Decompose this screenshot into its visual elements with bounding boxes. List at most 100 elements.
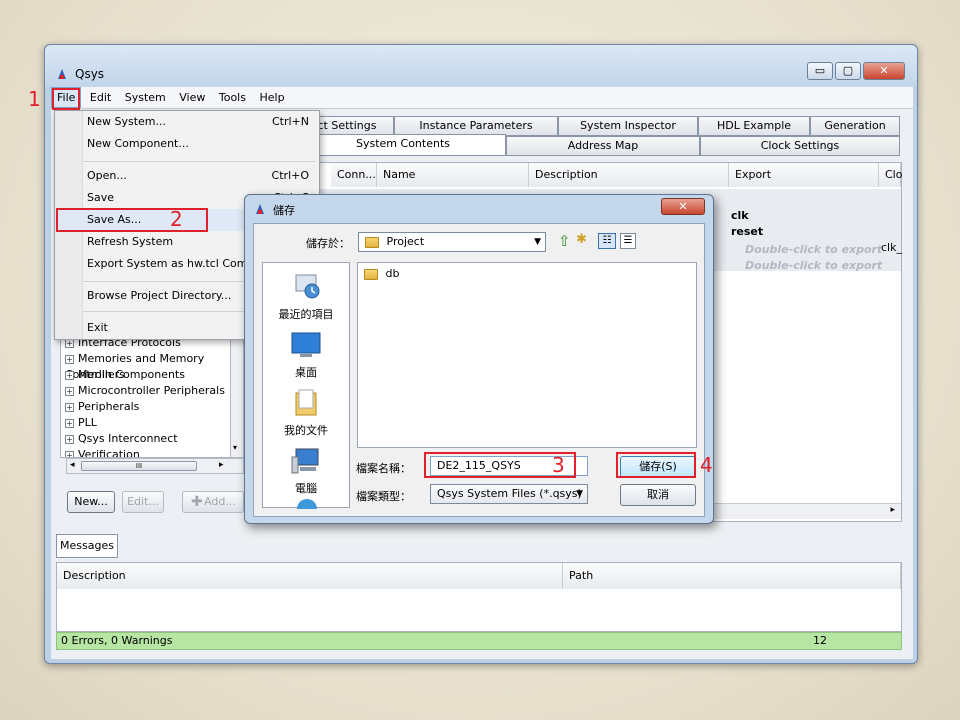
tree-item[interactable]: + Qsys Interconnect: [65, 431, 178, 447]
tree-item[interactable]: + PLL: [65, 415, 97, 431]
scroll-left-icon[interactable]: ◂: [70, 460, 75, 470]
menu-bar: File Edit System View Tools Help: [51, 87, 913, 109]
menu-view[interactable]: View: [174, 88, 210, 107]
add-component-button[interactable]: ✚ Add...: [182, 491, 244, 513]
menu-help[interactable]: Help: [254, 88, 289, 107]
tab-messages[interactable]: Messages: [56, 534, 118, 558]
export-cell[interactable]: Double-click to export: [745, 243, 882, 256]
menu-separator: [83, 161, 315, 162]
export-cell[interactable]: clk: [731, 209, 749, 222]
tree-item[interactable]: + Verification: [65, 447, 140, 457]
chevron-down-icon: ▼: [534, 237, 541, 247]
scroll-down-icon[interactable]: ▾: [233, 443, 237, 452]
chevron-down-icon: ▼: [576, 489, 583, 499]
tab-hdl-example[interactable]: HDL Example: [698, 116, 810, 136]
dialog-title: 儲存: [273, 204, 295, 217]
scroll-thumb[interactable]: III: [81, 461, 197, 471]
annotation-box-save-button: [616, 452, 696, 478]
desktop-icon: [291, 332, 321, 357]
component-library-tree: + Interface Protocols + Memories and Memor…: [60, 338, 240, 458]
column-header-path[interactable]: Path: [563, 563, 901, 589]
plus-icon: ✚: [191, 494, 203, 510]
folder-icon: [364, 268, 378, 280]
filename-label: 檔案名稱：: [356, 462, 411, 475]
status-text: 0 Errors, 0 Warnings: [61, 634, 173, 647]
qsys-app-icon: [256, 204, 264, 214]
tree-item[interactable]: + Peripherals: [65, 399, 139, 415]
annotation-box-file-menu: [52, 88, 80, 110]
message-count: 12: [813, 634, 827, 647]
close-button[interactable]: ✕: [863, 62, 905, 80]
column-header-export[interactable]: Export: [729, 163, 879, 187]
maximize-button[interactable]: ▢: [835, 62, 861, 80]
expand-icon[interactable]: +: [65, 354, 74, 364]
expand-icon[interactable]: +: [65, 386, 74, 396]
place-recent-items[interactable]: 最近的項目: [263, 273, 349, 322]
tab-generation[interactable]: Generation: [810, 116, 900, 136]
place-my-documents[interactable]: 我的文件: [263, 389, 349, 438]
places-bar: 最近的項目 桌面 我的文件 電腦: [262, 262, 350, 509]
cancel-button[interactable]: 取消: [620, 484, 696, 506]
network-icon: [297, 499, 317, 509]
annotation-number: 1: [28, 87, 41, 111]
column-header-description[interactable]: Description: [529, 163, 729, 187]
menu-system[interactable]: System: [120, 88, 171, 107]
annotation-number: 3: [552, 453, 565, 477]
expand-icon[interactable]: +: [65, 402, 74, 412]
dialog-close-button[interactable]: ✕: [661, 198, 705, 215]
menu-item-open[interactable]: Open... Ctrl+O: [55, 165, 319, 187]
filetype-dropdown[interactable]: Qsys System Files (*.qsys) ▼: [430, 484, 588, 504]
place-desktop[interactable]: 桌面: [263, 331, 349, 380]
column-header-connections[interactable]: Conn...: [331, 163, 377, 187]
recent-items-icon: [295, 274, 320, 299]
menu-edit[interactable]: Edit: [85, 88, 116, 107]
tab-system-inspector[interactable]: System Inspector: [558, 116, 698, 136]
list-item[interactable]: db: [364, 267, 399, 280]
column-header-name[interactable]: Name: [377, 163, 529, 187]
new-component-button[interactable]: New...: [67, 491, 115, 513]
minimize-button[interactable]: ▭: [807, 62, 833, 80]
view-details-icon[interactable]: ☰: [620, 233, 636, 249]
export-cell[interactable]: Double-click to export: [745, 259, 882, 272]
new-folder-icon[interactable]: ✱: [576, 232, 587, 247]
edit-component-button[interactable]: Edit...: [122, 491, 164, 513]
file-list: db: [357, 262, 697, 448]
tab-address-map[interactable]: Address Map: [506, 136, 700, 156]
title-bar[interactable]: Qsys ▭ ▢ ✕: [45, 45, 917, 87]
annotation-box-save-as: [56, 208, 208, 232]
column-header-clock[interactable]: Clo: [879, 163, 902, 187]
tree-item[interactable]: + Microcontroller Peripherals: [65, 383, 225, 399]
status-bar: 0 Errors, 0 Warnings 12: [56, 632, 902, 650]
app-title: Qsys: [75, 67, 105, 81]
expand-icon[interactable]: +: [65, 370, 74, 380]
qsys-app-icon: [58, 69, 66, 79]
menu-item-new-component[interactable]: New Component...: [55, 133, 319, 155]
export-cell[interactable]: reset: [731, 225, 763, 238]
scroll-right-icon[interactable]: ▸: [219, 460, 224, 470]
documents-icon: [295, 389, 317, 416]
clock-cell[interactable]: clk_: [881, 241, 902, 254]
expand-icon[interactable]: +: [65, 418, 74, 428]
library-vertical-scrollbar[interactable]: ▾: [230, 338, 244, 458]
tab-instance-parameters[interactable]: Instance Parameters: [394, 116, 558, 136]
library-horizontal-scrollbar[interactable]: ◂ III ▸: [66, 458, 244, 474]
column-header-description[interactable]: Description: [57, 563, 563, 589]
scroll-right-icon[interactable]: ▸: [890, 505, 895, 515]
tree-item[interactable]: + Memories and Memory Controllers: [65, 351, 239, 381]
annotation-number: 2: [170, 207, 183, 231]
place-computer[interactable]: 電腦: [263, 447, 349, 496]
menu-item-new-system[interactable]: New System... Ctrl+N: [55, 111, 319, 133]
computer-icon: [291, 448, 319, 474]
expand-icon[interactable]: +: [65, 450, 74, 457]
folder-icon: [365, 236, 379, 248]
view-list-icon[interactable]: ☷: [598, 233, 616, 249]
up-folder-icon[interactable]: ⇧: [558, 232, 571, 250]
tab-clock-settings[interactable]: Clock Settings: [700, 136, 900, 156]
messages-table: Description Path: [56, 562, 902, 632]
save-in-dropdown[interactable]: Project ▼: [358, 232, 546, 252]
tree-item[interactable]: + Merlin Components: [65, 367, 185, 383]
menu-tools[interactable]: Tools: [214, 88, 251, 107]
expand-icon[interactable]: +: [65, 434, 74, 444]
filetype-label: 檔案類型：: [356, 490, 411, 503]
tab-system-contents[interactable]: System Contents: [300, 134, 506, 156]
